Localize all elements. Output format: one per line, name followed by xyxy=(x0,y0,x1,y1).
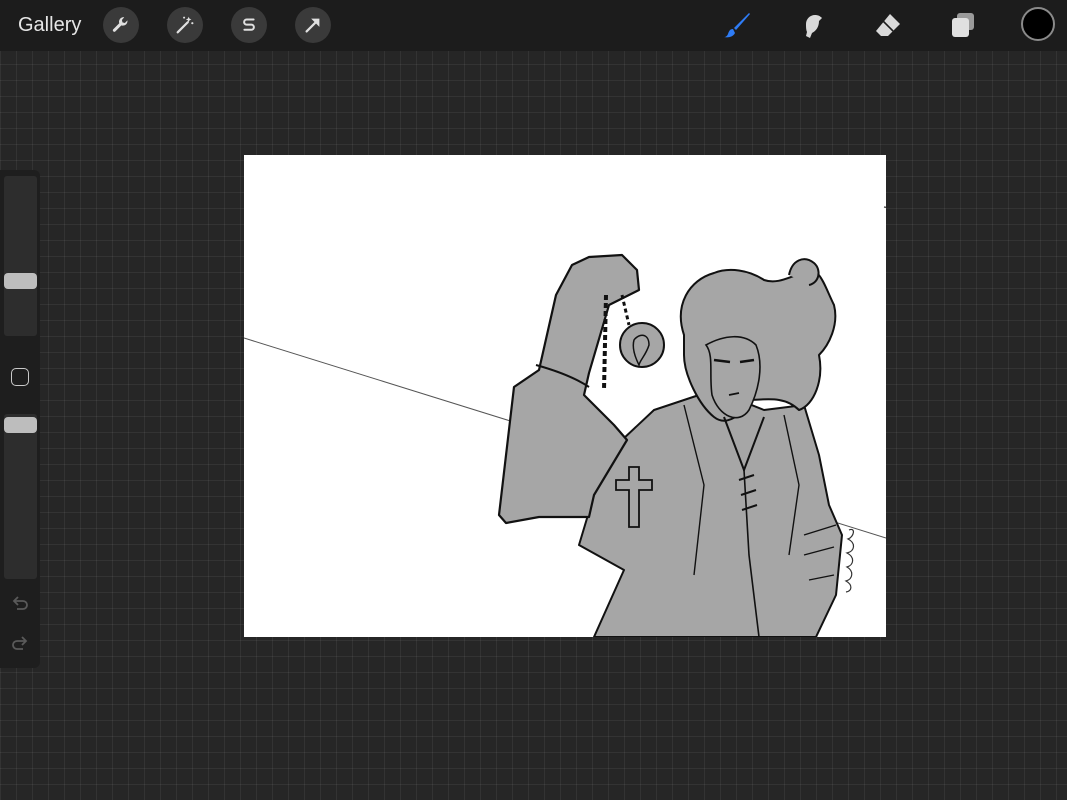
adjustments-button[interactable] xyxy=(167,7,203,43)
opacity-slider[interactable] xyxy=(4,414,37,579)
transform-arrow-icon xyxy=(305,18,320,33)
transform-button[interactable] xyxy=(295,7,331,43)
undo-icon[interactable] xyxy=(9,592,31,614)
magic-wand-icon xyxy=(176,16,194,34)
layers-icon xyxy=(952,13,974,37)
drawing-canvas[interactable] xyxy=(244,155,886,637)
selection-s-icon xyxy=(243,18,255,31)
gallery-button[interactable]: Gallery xyxy=(18,13,81,37)
modify-square-icon[interactable] xyxy=(11,368,29,386)
sidebar xyxy=(0,170,40,668)
brush-size-slider[interactable] xyxy=(4,176,37,336)
color-picker-button[interactable] xyxy=(1021,7,1055,41)
eraser-icon xyxy=(876,14,900,36)
opacity-thumb[interactable] xyxy=(4,417,37,433)
selection-button[interactable] xyxy=(231,7,267,43)
actions-button[interactable] xyxy=(103,7,139,43)
wrench-icon xyxy=(112,17,128,32)
brush-tool-button[interactable] xyxy=(720,8,754,42)
eraser-tool-button[interactable] xyxy=(871,8,905,42)
redo-icon[interactable] xyxy=(9,632,31,654)
brush-icon xyxy=(724,13,750,38)
smudge-tool-button[interactable] xyxy=(796,8,830,42)
smudge-icon xyxy=(806,15,822,38)
brush-size-thumb[interactable] xyxy=(4,273,37,289)
sketch-artwork xyxy=(244,206,886,637)
top-toolbar: Gallery xyxy=(0,0,1067,51)
layers-button[interactable] xyxy=(946,8,980,42)
